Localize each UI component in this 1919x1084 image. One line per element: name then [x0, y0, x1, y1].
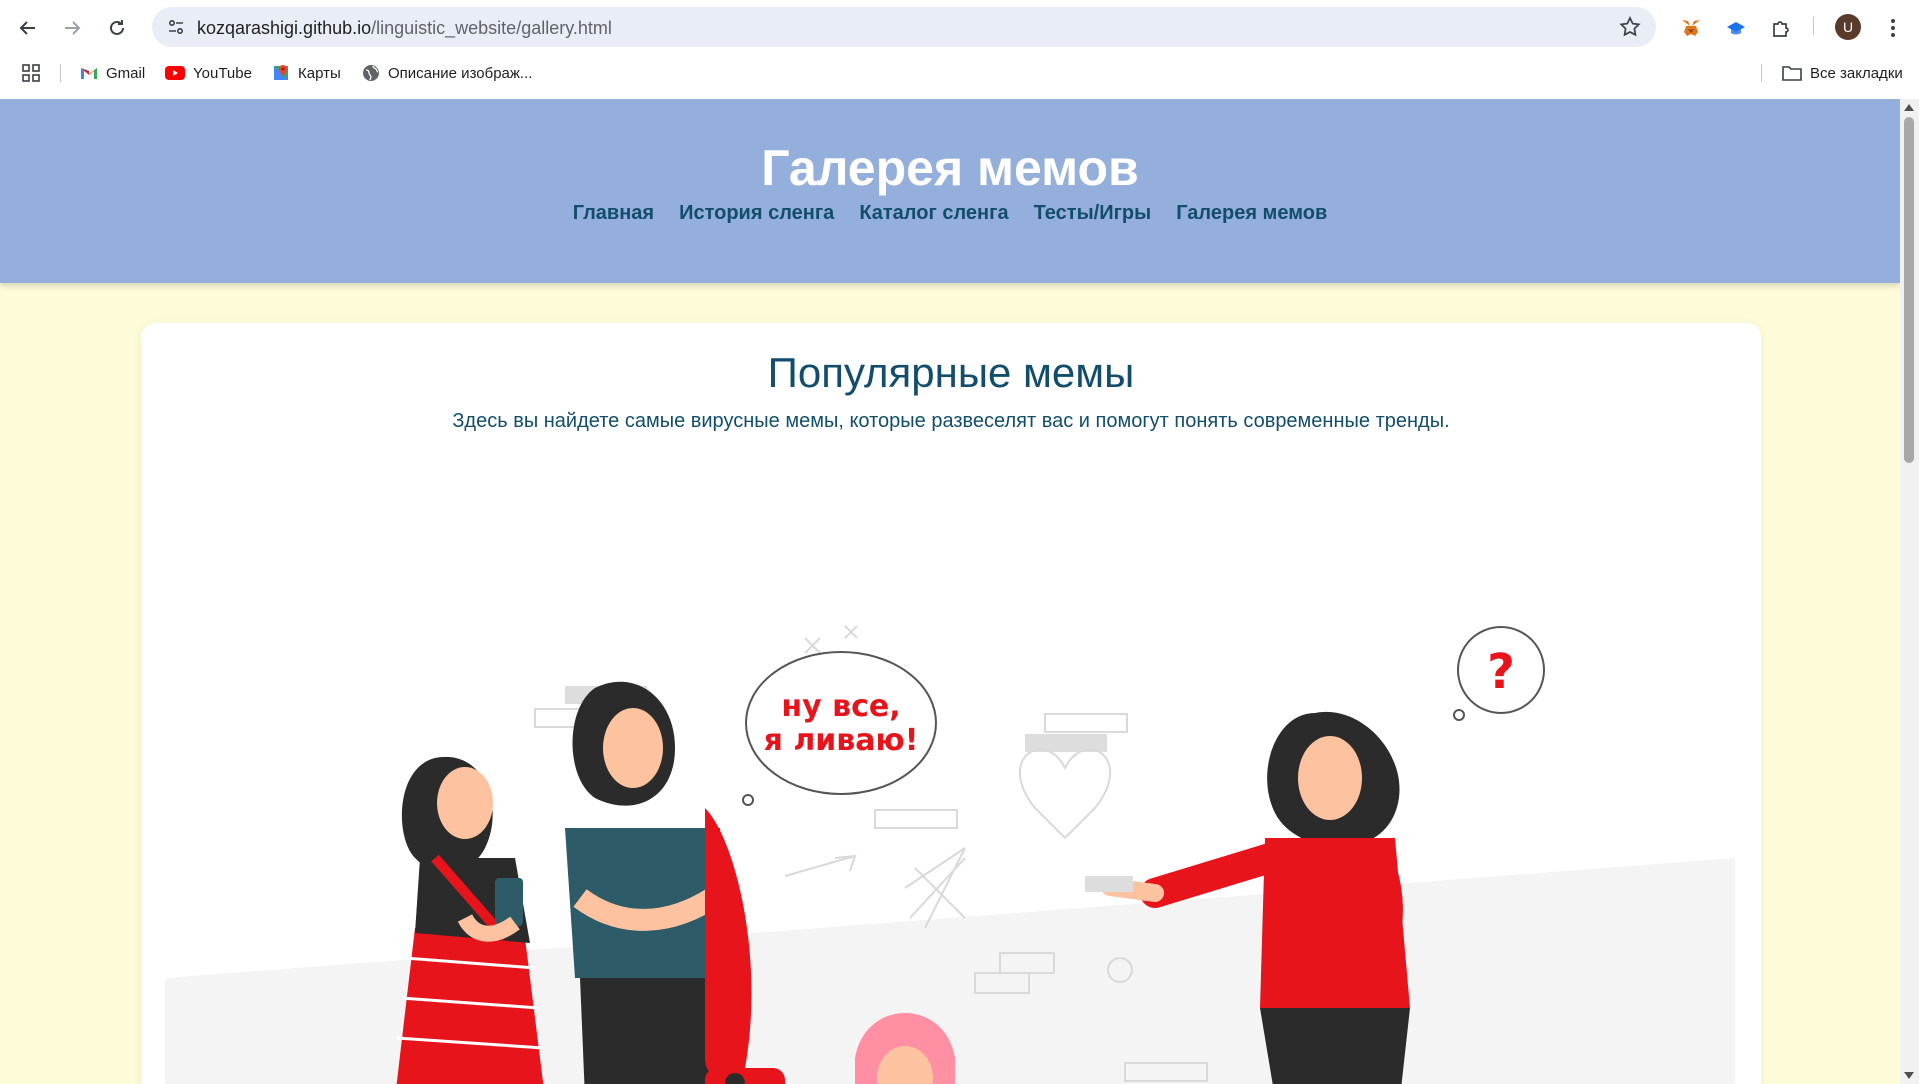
meme-illustration: ну все, я ливаю! ?	[165, 625, 1735, 1084]
reload-icon	[110, 20, 124, 35]
all-bookmarks-label: Все закладки	[1810, 64, 1903, 82]
url-path: /linguistic_website/gallery.html	[371, 18, 612, 38]
speech-text-line2: я ливаю!	[764, 723, 919, 758]
browser-toolbar: kozqarashigi.github.io/linguistic_websit…	[0, 0, 1919, 99]
nav-link-home[interactable]: Главная	[573, 202, 654, 225]
bookmarks-bar: Gmail YouTube Карты Описание изображ... …	[0, 56, 1919, 88]
bookmark-label: Gmail	[106, 64, 146, 82]
skateboard-figure	[705, 1068, 785, 1084]
bookmark-youtube[interactable]: YouTube	[165, 62, 252, 84]
maps-icon	[274, 65, 288, 80]
url-text: kozqarashigi.github.io/linguistic_websit…	[197, 18, 612, 39]
scroll-down-arrow-icon[interactable]	[1904, 1072, 1914, 1079]
thought-question-mark: ?	[1487, 644, 1515, 700]
back-button[interactable]	[12, 12, 44, 44]
bookmark-label: Описание изображ...	[388, 64, 533, 82]
url-host: kozqarashigi.github.io	[197, 18, 372, 38]
youtube-icon	[165, 66, 185, 80]
reload-button[interactable]	[101, 12, 133, 44]
bookmark-label: Карты	[298, 64, 341, 82]
address-bar[interactable]: kozqarashigi.github.io/linguistic_websit…	[152, 7, 1656, 47]
nav-link-slang-catalog[interactable]: Каталог сленга	[859, 202, 1008, 225]
extension-cap-icon[interactable]	[1720, 12, 1752, 44]
page-viewport: Галерея мемов Главная История сленга Кат…	[0, 99, 1900, 1084]
scroll-up-arrow-icon[interactable]	[1904, 104, 1914, 111]
browser-menu-icon[interactable]	[1877, 12, 1909, 44]
meme-card: Популярные мемы Здесь вы найдете самые в…	[141, 323, 1761, 1084]
metamask-extension-icon[interactable]	[1675, 12, 1707, 44]
nav-link-meme-gallery[interactable]: Галерея мемов	[1176, 202, 1327, 225]
speech-bubble-dot	[742, 794, 754, 806]
bookmark-star-icon[interactable]	[1618, 15, 1642, 39]
section-heading: Популярные мемы	[767, 349, 1135, 396]
thought-bubble-dot	[1453, 709, 1465, 721]
bookmark-maps[interactable]: Карты	[272, 62, 341, 84]
globe-icon	[363, 65, 379, 81]
site-title: Галерея мемов	[761, 140, 1139, 196]
toolbar-divider	[1813, 17, 1814, 35]
speech-text-line1: ну все,	[781, 689, 900, 724]
site-nav: Главная История сленга Каталог сленга Те…	[0, 202, 1900, 225]
extensions-puzzle-icon[interactable]	[1765, 12, 1797, 44]
bookmarks-divider	[60, 64, 61, 82]
bookmark-gmail[interactable]: Gmail	[80, 62, 145, 84]
back-arrow-icon	[19, 21, 35, 35]
all-bookmarks-button[interactable]: Все закладки	[1782, 62, 1903, 84]
page-scrollbar[interactable]	[1900, 99, 1919, 1084]
bookmark-image-description[interactable]: Описание изображ...	[362, 62, 532, 84]
section-description: Здесь вы найдете самые вирусные мемы, ко…	[452, 410, 1450, 432]
nav-link-tests-games[interactable]: Тесты/Игры	[1034, 202, 1152, 225]
forward-button[interactable]	[56, 12, 88, 44]
site-info-icon[interactable]	[162, 13, 190, 41]
profile-avatar[interactable]: U	[1835, 14, 1861, 40]
apps-grid-icon[interactable]	[22, 62, 40, 84]
scrollbar-thumb[interactable]	[1904, 117, 1914, 463]
boy-with-backpack-figure	[565, 681, 752, 1084]
bookmark-label: YouTube	[193, 64, 252, 82]
girl-with-phone-figure	[396, 756, 544, 1084]
site-header: Галерея мемов Главная История сленга Кат…	[0, 99, 1900, 283]
forward-arrow-icon	[65, 21, 81, 35]
bookmarks-divider	[1761, 64, 1762, 82]
folder-icon	[1782, 66, 1802, 81]
nav-link-slang-history[interactable]: История сленга	[679, 202, 834, 225]
gmail-icon	[81, 68, 97, 79]
